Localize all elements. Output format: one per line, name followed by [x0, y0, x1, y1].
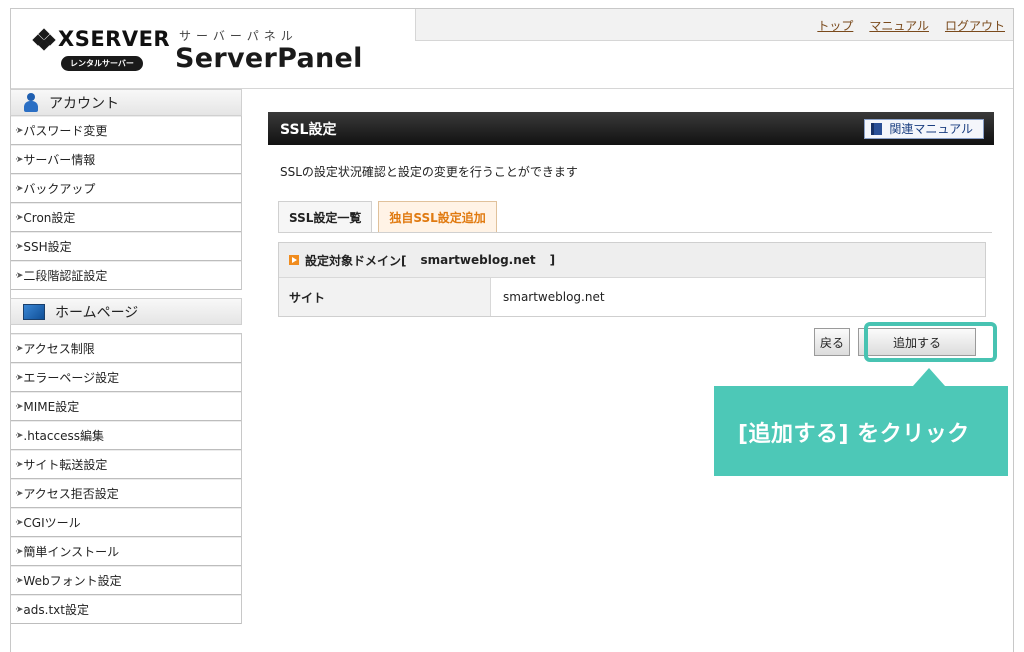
brand-name: XSERVER	[58, 27, 171, 51]
sidebar-item-label: サーバー情報	[23, 153, 96, 167]
domain-bracket: ]	[549, 253, 556, 267]
sidebar-item-cron[interactable]: ·➤ Cron設定	[11, 203, 241, 232]
domain-info-table: 設定対象ドメイン[ smartweblog.net ] サイト smartweb…	[278, 242, 986, 317]
sidebar-item-label: バックアップ	[23, 182, 96, 196]
sidebar-item-label: Cron設定	[23, 211, 76, 225]
sidebar-item-backup[interactable]: ·➤ バックアップ	[11, 174, 241, 203]
page-description: SSLの設定状況確認と設定の変更を行うことができます	[280, 165, 578, 179]
sidebar-item-label: SSH設定	[23, 240, 72, 254]
panel-subtitle: サーバーパネル	[179, 29, 298, 43]
arrow-icon: ·➤	[15, 270, 24, 281]
sidebar-item-htaccess[interactable]: ·➤ .htaccess編集	[11, 421, 241, 450]
sidebar-item-label: サイト転送設定	[23, 458, 108, 472]
site-value: smartweblog.net	[503, 290, 605, 304]
sidebar-item-label: アクセス拒否設定	[23, 487, 119, 501]
sidebar-item-label: Webフォント設定	[23, 574, 122, 588]
nav-link-top[interactable]: トップ	[817, 17, 853, 34]
sidebar-list-homepage: ·➤ アクセス制限 ·➤ エラーページ設定 ·➤ MIME設定 ·➤ .htaccess…	[10, 333, 242, 624]
monitor-icon	[23, 303, 45, 320]
sidebar-item-label: MIME設定	[23, 400, 80, 414]
main-content: SSL設定 関連マニュアル SSLの設定状況確認と設定の変更を行うことができます…	[268, 112, 997, 362]
sidebar-section-title: アカウント	[49, 95, 119, 112]
nav-link-manual[interactable]: マニュアル	[869, 17, 929, 34]
sidebar-item-label: パスワード変更	[23, 124, 108, 138]
tab-divider	[278, 232, 992, 233]
arrow-icon: ·➤	[15, 401, 24, 412]
domain-label: 設定対象ドメイン[	[305, 253, 407, 268]
logo-mark: XSERVER	[32, 27, 171, 51]
tab-ssl-list[interactable]: SSL設定一覧	[278, 201, 373, 232]
nav-link-logout[interactable]: ログアウト	[945, 17, 1005, 34]
sidebar-item-label: 二段階認証設定	[23, 269, 108, 283]
sidebar-item-label: CGIツール	[23, 516, 81, 530]
arrow-icon: ·➤	[15, 372, 24, 383]
sidebar-item-ads-txt[interactable]: ·➤ ads.txt設定	[11, 595, 241, 624]
top-nav: トップ マニュアル ログアウト	[415, 9, 1013, 41]
tab-add-ssl[interactable]: 独自SSL設定追加	[378, 201, 497, 232]
arrow-icon: ·➤	[15, 459, 24, 470]
arrow-icon: ·➤	[15, 212, 24, 223]
site-label: サイト	[279, 278, 491, 316]
add-button-highlight	[864, 322, 997, 362]
sidebar-section-homepage: ホームページ	[10, 298, 242, 325]
callout-pointer	[913, 368, 945, 386]
sidebar-section-title: ホームページ	[55, 304, 139, 321]
top-nav-links: トップ マニュアル ログアウト	[817, 17, 1005, 34]
related-manual-label: 関連マニュアル	[889, 122, 973, 136]
sidebar-item-label: ads.txt設定	[23, 603, 89, 617]
arrow-icon: ·➤	[15, 241, 24, 252]
sidebar-item-label: .htaccess編集	[23, 429, 104, 443]
sidebar-item-access-limit[interactable]: ·➤ アクセス制限	[11, 334, 241, 363]
sidebar-item-label: 簡単インストール	[23, 545, 120, 559]
orange-arrow-icon	[289, 255, 299, 265]
arrow-icon: ·➤	[15, 546, 24, 557]
arrow-icon: ·➤	[15, 183, 24, 194]
sidebar: アカウント ·➤ パスワード変更 ·➤ サーバー情報 ·➤ バックアップ ·➤ Cron…	[10, 89, 242, 624]
arrow-icon: ·➤	[15, 517, 24, 528]
rental-badge: レンタルサーバー	[61, 56, 143, 71]
xserver-logo: XSERVER レンタルサーバー	[32, 27, 171, 71]
sidebar-list-account: ·➤ パスワード変更 ·➤ サーバー情報 ·➤ バックアップ ·➤ Cron設定 ·➤ S…	[10, 116, 242, 290]
sidebar-item-label: エラーページ設定	[23, 371, 120, 385]
diamond-logo-icon	[32, 28, 56, 51]
sidebar-item-easy-install[interactable]: ·➤ 簡単インストール	[11, 537, 241, 566]
back-button[interactable]: 戻る	[814, 328, 850, 356]
arrow-icon: ·➤	[15, 604, 24, 615]
sidebar-item-password[interactable]: ·➤ パスワード変更	[11, 116, 241, 145]
arrow-icon: ·➤	[15, 488, 24, 499]
callout-text: [追加する] をクリック	[738, 422, 970, 447]
header: XSERVER レンタルサーバー サーバーパネル ServerPanel トップ…	[11, 9, 1013, 89]
tab-bar: SSL設定一覧 独自SSL設定追加	[278, 201, 497, 232]
sidebar-item-ssh[interactable]: ·➤ SSH設定	[11, 232, 241, 261]
sidebar-item-label: アクセス制限	[23, 342, 95, 356]
arrow-icon: ·➤	[15, 430, 24, 441]
book-icon	[871, 122, 883, 135]
panel-title: ServerPanel	[175, 43, 363, 74]
sidebar-item-mime[interactable]: ·➤ MIME設定	[11, 392, 241, 421]
sidebar-item-two-factor[interactable]: ·➤ 二段階認証設定	[11, 261, 241, 290]
user-icon	[23, 92, 39, 113]
page-title-bar: SSL設定 関連マニュアル	[268, 112, 994, 145]
page-title: SSL設定	[280, 121, 337, 138]
sidebar-item-web-font[interactable]: ·➤ Webフォント設定	[11, 566, 241, 595]
arrow-icon: ·➤	[15, 125, 24, 136]
sidebar-section-account: アカウント	[10, 89, 242, 116]
arrow-icon: ·➤	[15, 154, 24, 165]
sidebar-item-error-page[interactable]: ·➤ エラーページ設定	[11, 363, 241, 392]
arrow-icon: ·➤	[15, 575, 24, 586]
site-row: サイト smartweblog.net	[279, 278, 985, 316]
sidebar-item-cgi-tool[interactable]: ·➤ CGIツール	[11, 508, 241, 537]
sidebar-item-server-info[interactable]: ·➤ サーバー情報	[11, 145, 241, 174]
domain-header-row: 設定対象ドメイン[ smartweblog.net ]	[279, 243, 985, 278]
sidebar-item-site-redirect[interactable]: ·➤ サイト転送設定	[11, 450, 241, 479]
domain-value: smartweblog.net	[420, 253, 536, 267]
sidebar-item-access-deny[interactable]: ·➤ アクセス拒否設定	[11, 479, 241, 508]
related-manual-button[interactable]: 関連マニュアル	[864, 118, 984, 139]
arrow-icon: ·➤	[15, 343, 24, 354]
instruction-callout: [追加する] をクリック	[714, 386, 1008, 476]
